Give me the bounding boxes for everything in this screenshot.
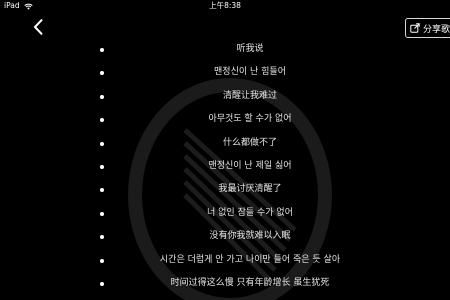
lyric-line: 时间过得这么慢 只有年龄增长 虽生犹死 — [0, 272, 450, 295]
bullet — [100, 118, 104, 123]
lyric-line: 什么都做不了 — [0, 132, 450, 155]
bullet — [100, 211, 104, 216]
status-time: 上午8:38 — [209, 1, 241, 10]
lyric-text: 没有你我就难以入眠 — [209, 231, 291, 242]
bullet — [100, 281, 104, 286]
lyric-line: 听我说 — [0, 38, 450, 61]
lyric-line: 너 없인 잠들 수가 없어 — [0, 202, 450, 225]
bullet — [100, 71, 104, 76]
bullet — [100, 164, 104, 169]
lyric-line: 我最讨厌清醒了 — [0, 178, 450, 201]
chevron-left-icon — [34, 19, 43, 35]
back-button[interactable] — [28, 16, 48, 38]
lyric-line: 맨정신이 난 제일 싫어 — [0, 155, 450, 178]
bullet — [100, 48, 104, 52]
lyric-text: 아무것도 할 수가 없어 — [208, 114, 292, 125]
bullet — [100, 141, 104, 146]
lyric-text: 我最讨厌清醒了 — [218, 184, 282, 195]
bullet — [100, 235, 104, 240]
lyrics-screen: iPad 上午8:38 分享歌 听我说 맨정신이 난 힘들어 清醒让我难过 아무… — [0, 0, 450, 300]
lyric-text: 时间过得这么慢 只有年龄增长 虽生犹死 — [170, 277, 330, 288]
share-icon — [410, 23, 420, 33]
lyric-line: 시간은 더럽게 안 가고 나이만 들어 죽은 듯 살아 — [0, 249, 450, 272]
lyric-line: 没有你我就难以入眠 — [0, 225, 450, 248]
lyric-text: 시간은 더럽게 안 가고 나이만 들어 죽은 듯 살아 — [159, 254, 341, 265]
share-label: 分享歌 — [423, 24, 450, 35]
bullet — [100, 188, 104, 193]
bullet — [100, 258, 104, 263]
share-button[interactable]: 分享歌 — [405, 18, 450, 38]
lyric-line: 清醒让我难过 — [0, 85, 450, 108]
lyric-line: 아무것도 할 수가 없어 — [0, 108, 450, 131]
lyric-text: 너 없인 잠들 수가 없어 — [207, 207, 293, 218]
lyric-text: 맨정신이 난 제일 싫어 — [208, 160, 292, 171]
status-bar: iPad 上午8:38 — [0, 0, 450, 12]
lyric-text: 맨정신이 난 힘들어 — [214, 67, 286, 78]
bullet — [100, 94, 104, 99]
lyric-text: 听我说 — [236, 44, 264, 54]
lyric-text: 什么都做不了 — [222, 137, 277, 148]
lyric-line: 맨정신이 난 힘들어 — [0, 61, 450, 84]
lyrics-list: 听我说 맨정신이 난 힘들어 清醒让我难过 아무것도 할 수가 없어 什么都做不… — [0, 38, 450, 295]
lyric-text: 清醒让我难过 — [222, 90, 277, 101]
